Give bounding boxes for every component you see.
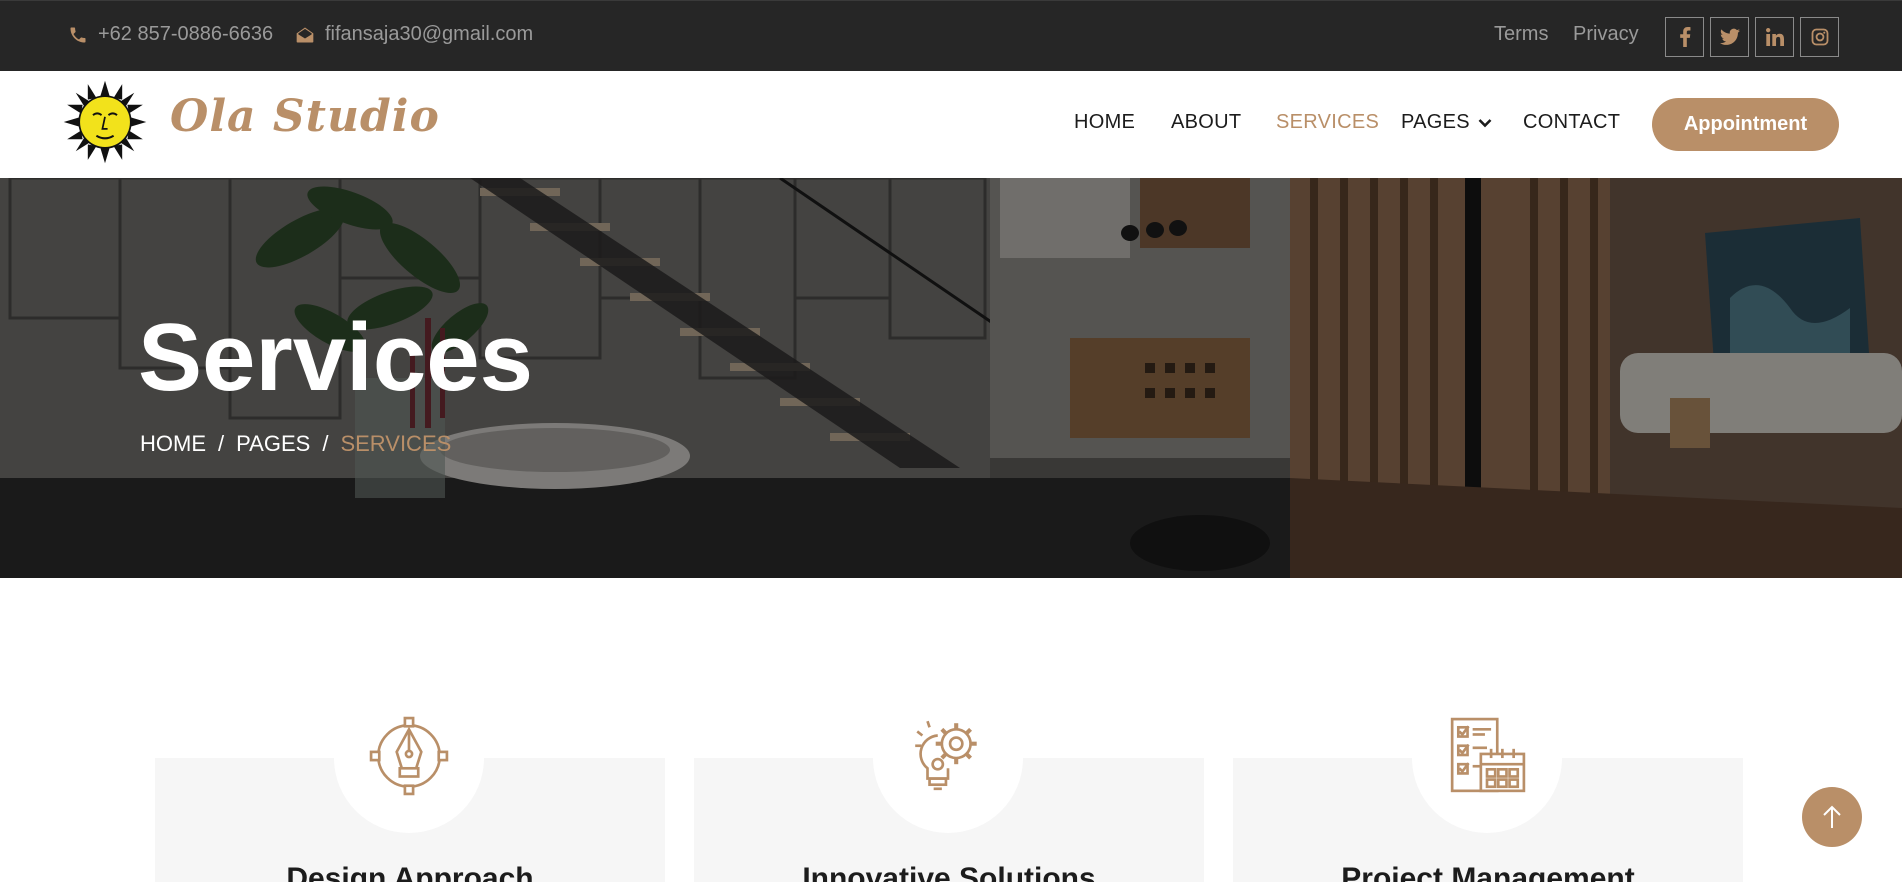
twitter-icon: [1719, 28, 1740, 45]
nav-pages-label: PAGES: [1401, 111, 1470, 133]
brand-name[interactable]: Ola Studio: [170, 91, 440, 142]
breadcrumb: HOME / PAGES / SERVICES: [140, 431, 451, 457]
breadcrumb-pages[interactable]: PAGES: [236, 431, 310, 457]
sun-face-logo[interactable]: [62, 79, 148, 165]
page-header-banner: Services HOME / PAGES / SERVICES: [0, 178, 1902, 578]
breadcrumb-home[interactable]: HOME: [140, 431, 206, 457]
pen-tool-icon: [369, 716, 449, 796]
service-title: Project Management: [1341, 862, 1635, 882]
service-icon-circle: [334, 683, 484, 833]
appointment-button[interactable]: Appointment: [1652, 98, 1839, 151]
instagram-button[interactable]: [1800, 17, 1839, 57]
envelope-icon: [296, 27, 314, 42]
page-title: Services: [138, 304, 534, 411]
lightbulb-gear-icon: [915, 720, 977, 791]
terms-link[interactable]: Terms: [1494, 23, 1548, 46]
email-text: fifansaja30@gmail.com: [325, 23, 534, 45]
back-to-top-button[interactable]: [1802, 787, 1862, 847]
arrow-up-icon: [1823, 805, 1841, 828]
main-navbar: Ola Studio HOME ABOUT SERVICES PAGES CON…: [0, 71, 1902, 178]
nav-about[interactable]: ABOUT: [1171, 111, 1241, 134]
phone-text: +62 857-0886-6636: [98, 23, 274, 45]
nav-contact[interactable]: CONTACT: [1523, 111, 1620, 134]
instagram-icon: [1811, 28, 1828, 46]
linkedin-icon: [1765, 28, 1784, 46]
privacy-link[interactable]: Privacy: [1573, 23, 1639, 46]
phone-contact[interactable]: +62 857-0886-6636: [68, 23, 273, 46]
linkedin-button[interactable]: [1755, 17, 1794, 57]
breadcrumb-separator: /: [322, 431, 329, 456]
nav-home[interactable]: HOME: [1074, 111, 1135, 134]
facebook-button[interactable]: [1665, 17, 1704, 57]
nav-pages[interactable]: PAGES: [1401, 111, 1492, 134]
checklist-calendar-icon: [1450, 717, 1526, 793]
nav-services[interactable]: SERVICES: [1276, 111, 1379, 134]
service-icon-circle: [873, 683, 1023, 833]
service-title: Design Approach: [286, 862, 534, 882]
breadcrumb-separator: /: [218, 431, 225, 456]
facebook-icon: [1679, 27, 1690, 47]
breadcrumb-current: SERVICES: [340, 431, 452, 456]
twitter-button[interactable]: [1710, 17, 1749, 57]
service-icon-circle: [1412, 683, 1562, 833]
email-contact[interactable]: fifansaja30@gmail.com: [295, 23, 533, 46]
chevron-down-icon: [1478, 118, 1492, 127]
phone-icon: [70, 27, 86, 42]
top-bar: +62 857-0886-6636 fifansaja30@gmail.com …: [0, 0, 1902, 71]
service-title: Innovative Solutions: [802, 862, 1096, 882]
